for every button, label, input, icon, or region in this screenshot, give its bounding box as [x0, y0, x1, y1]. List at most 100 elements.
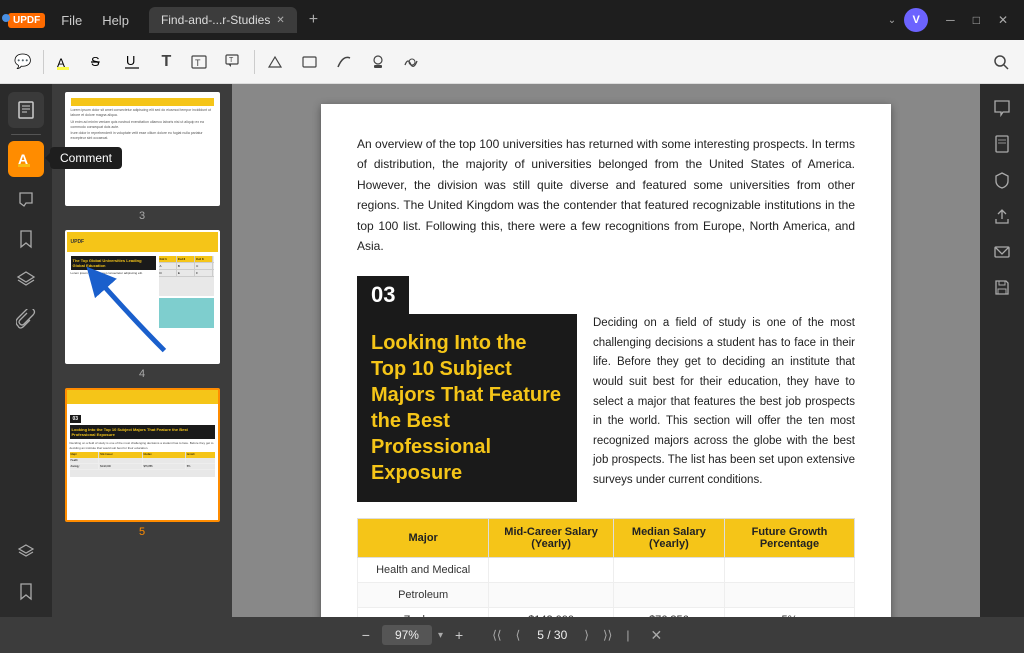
right-sidebar: [980, 84, 1024, 617]
toolbar-separator-2: [254, 50, 255, 74]
title-bar: UPDF File Help Find-and-...r-Studies ✕ +…: [0, 0, 1024, 40]
stamp-tool-button[interactable]: [363, 48, 393, 76]
shape-tool-button[interactable]: [295, 48, 325, 76]
bookmark-button[interactable]: [8, 573, 44, 609]
text-tool-button[interactable]: T: [152, 48, 180, 76]
zoom-in-button[interactable]: +: [449, 624, 469, 646]
fit-width-button[interactable]: |: [621, 625, 634, 645]
thumbnail-image-5: 03 Looking Into the Top 10 Subject Major…: [65, 388, 220, 522]
app-logo: UPDF: [8, 13, 45, 28]
table-header-mid-career: Mid-Career Salary (Yearly): [489, 519, 614, 558]
section-number-badge: 03: [357, 276, 409, 314]
content-area[interactable]: An overview of the top 100 universities …: [232, 84, 980, 617]
left-sidebar: A Comment: [0, 84, 52, 617]
new-tab-button[interactable]: +: [301, 7, 326, 33]
avatar[interactable]: V: [904, 8, 928, 32]
zoom-dropdown-button[interactable]: ▾: [438, 630, 443, 641]
highlight-panel-button[interactable]: A Comment: [8, 141, 44, 177]
svg-text:S: S: [91, 54, 100, 69]
attachments-panel-button[interactable]: [8, 301, 44, 337]
toolbar: 💬 A S U T T T: [0, 40, 1024, 84]
table-header-major: Major: [358, 519, 489, 558]
svg-text:U: U: [126, 53, 135, 68]
minimize-button[interactable]: ─: [938, 9, 963, 31]
table-header-growth: Future Growth Percentage: [724, 519, 854, 558]
strikethrough-tool-button[interactable]: S: [84, 48, 114, 76]
thumbnail-image-3: Lorem ipsum dolor sit amet consectetur a…: [65, 92, 220, 206]
annotations-panel-button[interactable]: [8, 181, 44, 217]
table-row: Petroleum: [358, 583, 855, 608]
draw-tool-button[interactable]: [261, 48, 291, 76]
table-cell-1-2: [613, 583, 724, 608]
table-cell-0-1: [489, 558, 614, 583]
share-right-button[interactable]: [986, 200, 1018, 232]
table-header-median: Median Salary (Yearly): [613, 519, 724, 558]
data-table: Major Mid-Career Salary (Yearly) Median …: [357, 518, 855, 617]
bottom-bar: − 97% ▾ + ⟨⟨ ⟨ 5 / 30 ⟩ ⟩⟩ | ✕: [0, 617, 1024, 653]
separator-line: [11, 134, 41, 135]
pdf-page: An overview of the top 100 universities …: [321, 104, 891, 617]
bookmarks-panel-button[interactable]: [8, 221, 44, 257]
highlight-tool-button[interactable]: A: [50, 48, 80, 76]
search-button[interactable]: [986, 48, 1016, 76]
zoom-value-display: 97%: [382, 625, 432, 645]
maximize-button[interactable]: □: [965, 9, 988, 31]
table-cell-1-0: Petroleum: [358, 583, 489, 608]
underline-tool-button[interactable]: U: [118, 48, 148, 76]
chevron-down-icon[interactable]: ⌄: [888, 15, 896, 26]
toolbar-separator: [43, 50, 44, 74]
thumbnail-page-3[interactable]: Lorem ipsum dolor sit amet consectetur a…: [60, 92, 224, 222]
nav-close-button[interactable]: ✕: [644, 624, 668, 647]
intro-paragraph: An overview of the top 100 universities …: [357, 134, 855, 256]
text-box-button[interactable]: T: [184, 48, 214, 76]
table-cell-2-2: $76,856: [613, 608, 724, 617]
save-right-button[interactable]: [986, 272, 1018, 304]
table-cell-2-1: $142,000: [489, 608, 614, 617]
main-layout: A Comment L: [0, 84, 1024, 617]
comment-right-button[interactable]: [986, 92, 1018, 124]
svg-text:T: T: [229, 57, 234, 64]
window-controls: ─ □ ✕: [938, 9, 1016, 31]
thumbnail-page-5[interactable]: 03 Looking Into the Top 10 Subject Major…: [60, 388, 224, 538]
table-cell-2-3: 5%: [724, 608, 854, 617]
svg-text:T: T: [195, 58, 201, 68]
thumbnail-page-number-5: 5: [139, 526, 145, 538]
section-body: Deciding on a field of study is one of t…: [593, 314, 855, 502]
table-cell-1-3: [724, 583, 854, 608]
zoom-out-button[interactable]: −: [356, 624, 376, 646]
thumbnail-page-number-3: 3: [139, 210, 145, 222]
pages-right-button[interactable]: [986, 128, 1018, 160]
pages-panel-button[interactable]: [8, 92, 44, 128]
prev-page-button[interactable]: ⟨: [511, 625, 526, 645]
table-cell-1-1: [489, 583, 614, 608]
menu-help[interactable]: Help: [94, 9, 137, 32]
table-cell-0-0: Health and Medical: [358, 558, 489, 583]
layers-panel-button[interactable]: [8, 261, 44, 297]
comment-tool-button[interactable]: 💬: [8, 48, 37, 76]
table-row: Health and Medical: [358, 558, 855, 583]
table-row: Zoology$142,000$76,8565%: [358, 608, 855, 617]
signature-tool-button[interactable]: [397, 48, 427, 76]
table-cell-2-0: Zoology: [358, 608, 489, 617]
table-cell-0-3: [724, 558, 854, 583]
close-button[interactable]: ✕: [990, 9, 1016, 31]
tab-title: Find-and-...r-Studies: [161, 13, 270, 27]
active-tab[interactable]: Find-and-...r-Studies ✕: [149, 7, 297, 33]
section-title: Looking Into the Top 10 Subject Majors T…: [357, 314, 577, 502]
thumbnail-page-number-4: 4: [139, 368, 145, 380]
page-navigation: ⟨⟨ ⟨ 5 / 30 ⟩ ⟩⟩ | ✕: [487, 624, 668, 647]
first-page-button[interactable]: ⟨⟨: [487, 625, 506, 645]
email-right-button[interactable]: [986, 236, 1018, 268]
tab-close-button[interactable]: ✕: [276, 15, 284, 26]
pencil-tool-button[interactable]: [329, 48, 359, 76]
menu-file[interactable]: File: [53, 9, 90, 32]
thumbnail-page-4[interactable]: UPDF The Top Global Universities Leading…: [60, 230, 224, 380]
last-page-button[interactable]: ⟩⟩: [598, 625, 617, 645]
table-cell-0-2: [613, 558, 724, 583]
layers-button[interactable]: [8, 533, 44, 569]
security-right-button[interactable]: [986, 164, 1018, 196]
text-callout-button[interactable]: T: [218, 48, 248, 76]
thumbnail-image-4: UPDF The Top Global Universities Leading…: [65, 230, 220, 364]
next-page-button[interactable]: ⟩: [579, 625, 594, 645]
section-content: Looking Into the Top 10 Subject Majors T…: [357, 314, 855, 502]
